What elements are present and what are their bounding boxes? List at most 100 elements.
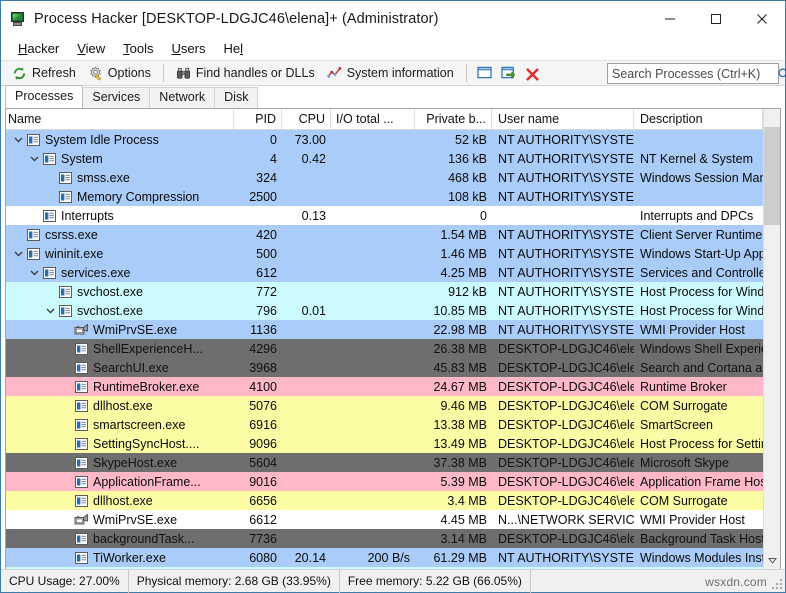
table-row[interactable]: Interrupts0.130Interrupts and DPCs (6, 206, 780, 225)
gear-icon (88, 66, 103, 81)
cell-description: COM Surrogate (634, 396, 780, 415)
column-header-name[interactable]: Name (6, 109, 234, 129)
table-row[interactable]: ShellExperienceH...429626.38 MBDESKTOP-L… (6, 339, 780, 358)
cell-pid: 2500 (234, 187, 282, 206)
window-icon[interactable] (473, 62, 497, 84)
table-row[interactable]: csrss.exe4201.54 MBNT AUTHORITY\SYSTEMCl… (6, 225, 780, 244)
chevron-down-icon[interactable] (44, 308, 57, 314)
cell-pid: 772 (234, 282, 282, 301)
table-row[interactable]: SettingSyncHost....909613.49 MBDESKTOP-L… (6, 434, 780, 453)
column-header-io[interactable]: I/O total ... (331, 109, 415, 129)
chevron-down-icon[interactable] (28, 270, 41, 276)
menu-help[interactable]: Hel (214, 39, 252, 58)
search-box[interactable] (607, 63, 779, 84)
window-arrow-icon[interactable] (497, 62, 521, 84)
cell-name: WmiPrvSE.exe (6, 510, 234, 529)
scroll-down-button[interactable] (764, 552, 780, 569)
chevron-down-icon[interactable] (12, 251, 25, 257)
process-name: services.exe (61, 266, 130, 280)
cell-io-total (331, 320, 415, 339)
chevron-down-icon[interactable] (12, 137, 25, 143)
search-input[interactable] (608, 67, 777, 81)
maximize-button[interactable] (693, 1, 739, 37)
cell-pid: 0 (234, 130, 282, 149)
cell-pid: 4100 (234, 377, 282, 396)
magnifier-icon[interactable] (777, 67, 786, 81)
cell-private-bytes: 13.49 MB (415, 434, 492, 453)
toolbar: Refresh Options (1, 60, 785, 86)
cell-user-name: DESKTOP-LDGJC46\elen (492, 377, 634, 396)
tab-processes[interactable]: Processes (5, 85, 83, 108)
terminate-icon[interactable] (521, 62, 545, 84)
table-row[interactable]: System Idle Process073.0052 kBNT AUTHORI… (6, 130, 780, 149)
column-header-description[interactable]: Description (634, 109, 762, 129)
table-row[interactable]: RuntimeBroker.exe410024.67 MBDESKTOP-LDG… (6, 377, 780, 396)
table-row[interactable]: System40.42136 kBNT AUTHORITY\SYSTEMNT K… (6, 149, 780, 168)
table-row[interactable]: Memory Compression2500108 kBNT AUTHORITY… (6, 187, 780, 206)
table-row[interactable]: TiWorker.exe608020.14200 B/s61.29 MBNT A… (6, 548, 780, 567)
cell-name: services.exe (6, 263, 234, 282)
cell-private-bytes: 10.85 MB (415, 301, 492, 320)
cell-cpu (282, 244, 331, 263)
tab-network[interactable]: Network (149, 87, 215, 108)
menu-users[interactable]: Users (163, 39, 215, 58)
process-icon (73, 476, 89, 488)
scrollbar-thumb[interactable] (764, 127, 780, 225)
column-header-pid[interactable]: PID (234, 109, 282, 129)
cell-pid: 4296 (234, 339, 282, 358)
cell-user-name: NT AUTHORITY\SYSTEM (492, 320, 634, 339)
table-row[interactable]: WmiPrvSE.exe66124.45 MBN...\NETWORK SERV… (6, 510, 780, 529)
cell-pid: 4 (234, 149, 282, 168)
process-name: WmiPrvSE.exe (93, 323, 177, 337)
resize-grip[interactable] (772, 579, 782, 589)
options-button[interactable]: Options (82, 62, 157, 84)
cell-io-total (331, 301, 415, 320)
menu-view[interactable]: View (68, 39, 114, 58)
cell-cpu (282, 434, 331, 453)
tab-services[interactable]: Services (82, 87, 150, 108)
table-row[interactable]: SkypeHost.exe560437.38 MBDESKTOP-LDGJC46… (6, 453, 780, 472)
system-information-button[interactable]: System information (321, 62, 460, 84)
cell-io-total (331, 434, 415, 453)
menu-tools[interactable]: Tools (114, 39, 162, 58)
chevron-down-icon[interactable] (28, 156, 41, 162)
process-name: smartscreen.exe (93, 418, 185, 432)
window-title: Process Hacker [DESKTOP-LDGJC46\elena]+ … (34, 11, 439, 27)
cell-user-name: NT AUTHORITY\SYSTEM (492, 282, 634, 301)
status-physical-memory: Physical memory: 2.68 GB (33.95%) (129, 570, 340, 593)
wmi-icon (73, 513, 89, 526)
cell-description: Background Task Host (634, 529, 780, 548)
table-row[interactable]: dllhost.exe66563.4 MBDESKTOP-LDGJC46\ele… (6, 491, 780, 510)
cell-user-name: DESKTOP-LDGJC46\elen (492, 434, 634, 453)
cell-private-bytes: 45.83 MB (415, 358, 492, 377)
cell-user-name: NT AUTHORITY\SYSTEM (492, 187, 634, 206)
cell-user-name: NT AUTHORITY\SYSTEM (492, 548, 634, 567)
cell-pid: 9016 (234, 472, 282, 491)
table-row[interactable]: svchost.exe772912 kBNT AUTHORITY\SYSTEMH… (6, 282, 780, 301)
table-row[interactable]: wininit.exe5001.46 MBNT AUTHORITY\SYSTEM… (6, 244, 780, 263)
table-row[interactable]: dllhost.exe50769.46 MBDESKTOP-LDGJC46\el… (6, 396, 780, 415)
column-header-user-name[interactable]: User name (492, 109, 634, 129)
table-row[interactable]: services.exe6124.25 MBNT AUTHORITY\SYSTE… (6, 263, 780, 282)
column-header-private-bytes[interactable]: Private b... (415, 109, 492, 129)
table-row[interactable]: backgroundTask...77363.14 MBDESKTOP-LDGJ… (6, 529, 780, 548)
table-row[interactable]: WmiPrvSE.exe113622.98 MBNT AUTHORITY\SYS… (6, 320, 780, 339)
find-handles-button[interactable]: Find handles or DLLs (170, 62, 321, 84)
table-row[interactable]: svchost.exe7960.0110.85 MBNT AUTHORITY\S… (6, 301, 780, 320)
tab-disk[interactable]: Disk (214, 87, 258, 108)
process-name: ShellExperienceH... (93, 342, 203, 356)
cell-io-total (331, 225, 415, 244)
cell-io-total (331, 415, 415, 434)
minimize-button[interactable] (647, 1, 693, 37)
close-button[interactable] (739, 1, 785, 37)
vertical-scrollbar[interactable] (763, 109, 780, 569)
column-header-cpu[interactable]: CPU (282, 109, 331, 129)
table-row[interactable]: smss.exe324468 kBNT AUTHORITY\SYSTEMWind… (6, 168, 780, 187)
menu-hacker[interactable]: Hacker (9, 39, 68, 58)
cell-user-name: NT AUTHORITY\SYSTEM (492, 244, 634, 263)
table-row[interactable]: smartscreen.exe691613.38 MBDESKTOP-LDGJC… (6, 415, 780, 434)
table-row[interactable]: SearchUI.exe396845.83 MBDESKTOP-LDGJC46\… (6, 358, 780, 377)
refresh-button[interactable]: Refresh (6, 62, 82, 84)
process-icon (73, 552, 89, 564)
table-row[interactable]: ApplicationFrame...90165.39 MBDESKTOP-LD… (6, 472, 780, 491)
